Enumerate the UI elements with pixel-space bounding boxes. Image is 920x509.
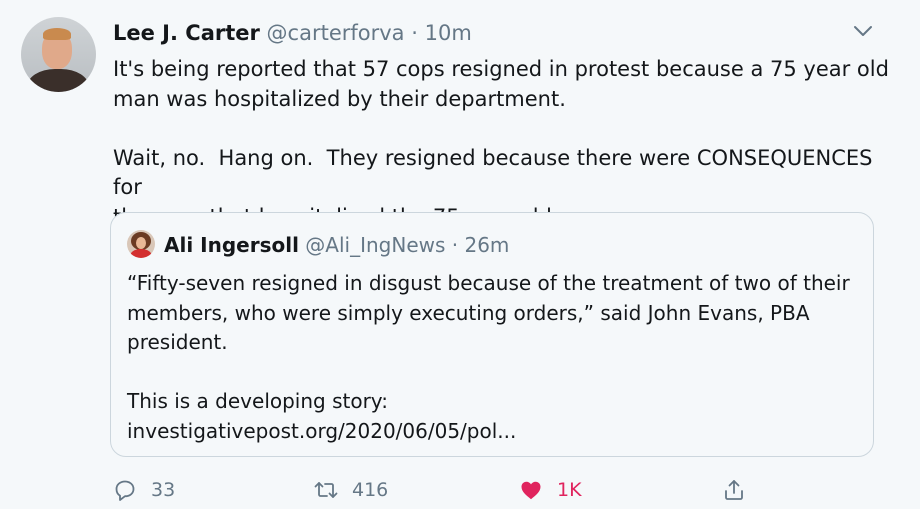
retweet-button[interactable]: 416 bbox=[314, 473, 388, 507]
like-button[interactable]: 1K bbox=[519, 473, 582, 507]
like-count: 1K bbox=[557, 479, 582, 501]
reply-count: 33 bbox=[151, 479, 176, 501]
author-handle[interactable]: @carterforva bbox=[267, 21, 405, 45]
retweet-count: 416 bbox=[352, 479, 389, 501]
author-name[interactable]: Lee J. Carter bbox=[113, 21, 260, 45]
heart-icon bbox=[521, 481, 541, 500]
tweet-header: Lee J. Carter @carterforva · 10m bbox=[113, 20, 472, 46]
chevron-down-icon[interactable] bbox=[852, 23, 874, 39]
retweet-icon bbox=[314, 482, 338, 498]
share-button[interactable] bbox=[722, 473, 746, 507]
quoted-author-avatar[interactable] bbox=[127, 230, 155, 258]
quoted-tweet-header: Ali Ingersoll @Ali_IngNews · 26m bbox=[164, 232, 509, 258]
tweet-actions: 33 416 1K bbox=[0, 473, 920, 507]
tweet-timestamp[interactable]: 10m bbox=[425, 21, 472, 45]
reply-button[interactable]: 33 bbox=[113, 473, 175, 507]
quoted-author-handle[interactable]: @Ali_IngNews bbox=[305, 233, 445, 257]
reply-icon bbox=[115, 480, 135, 501]
quoted-author-name[interactable]: Ali Ingersoll bbox=[164, 233, 299, 257]
share-icon bbox=[725, 480, 743, 500]
author-avatar[interactable] bbox=[21, 17, 96, 92]
quoted-tweet-timestamp[interactable]: 26m bbox=[464, 233, 509, 257]
quoted-tweet[interactable]: Ali Ingersoll @Ali_IngNews · 26m “Fifty-… bbox=[110, 212, 874, 457]
quoted-tweet-text: “Fifty-seven resigned in disgust because… bbox=[127, 271, 850, 443]
separator-dot: · bbox=[451, 233, 459, 257]
separator-dot: · bbox=[411, 21, 418, 45]
tweet-text: It's being reported that 57 cops resigne… bbox=[113, 57, 889, 229]
